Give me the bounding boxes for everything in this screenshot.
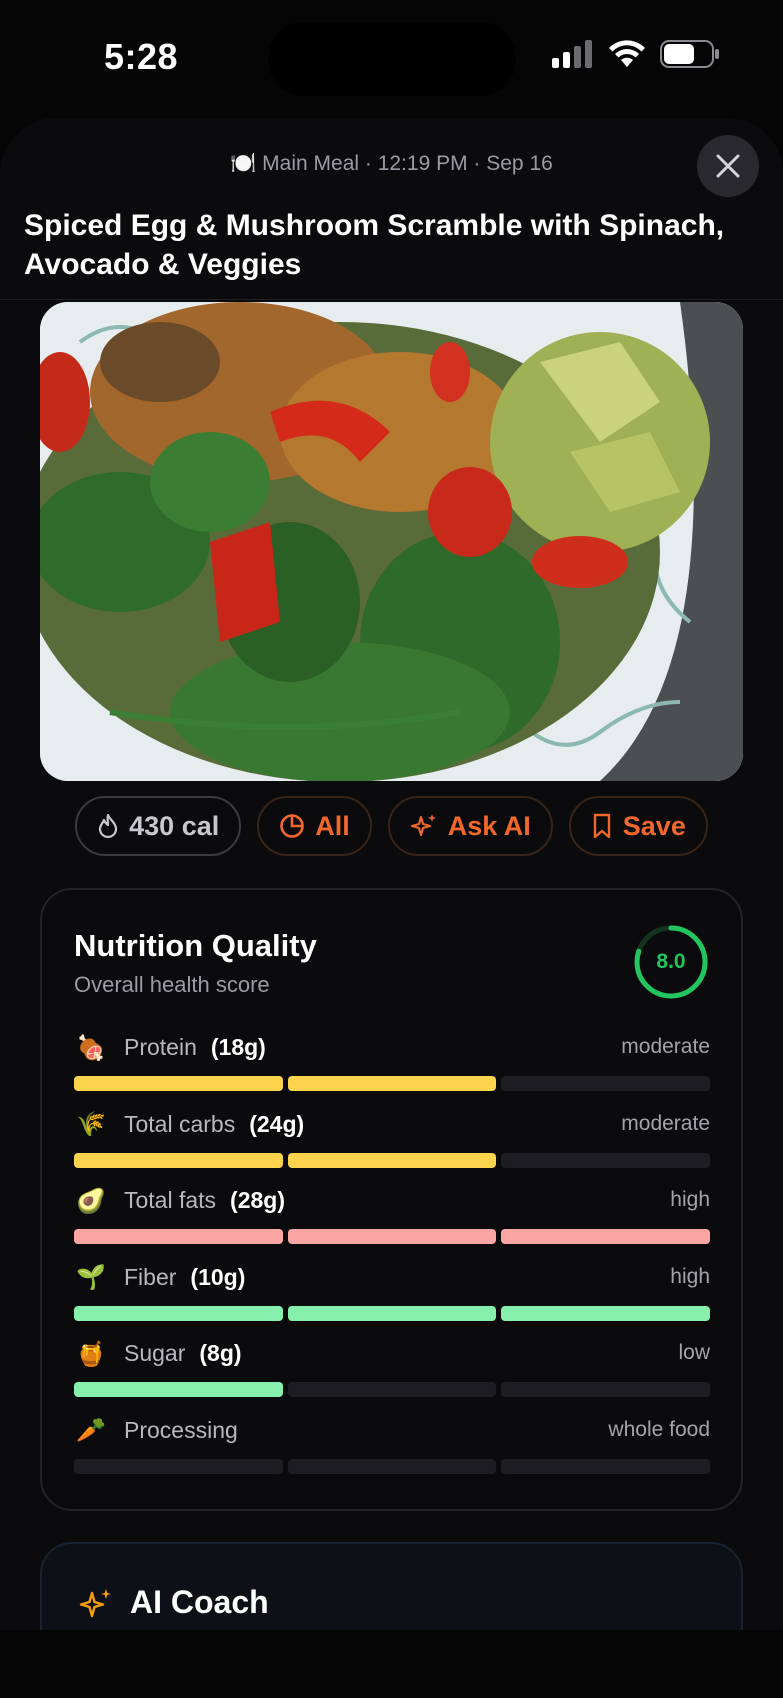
level-segment [287, 1076, 497, 1091]
meal-title: Spiced Egg & Mushroom Scramble with Spin… [24, 209, 725, 281]
signal-icon [552, 40, 592, 68]
nutrient-level: high [670, 1188, 710, 1211]
level-segment [74, 1076, 283, 1091]
pie-chart-icon [280, 814, 305, 838]
calories-chip[interactable]: 430 cal [75, 796, 242, 856]
nutrient-row: 🍖 Protein (18g) moderate [74, 1032, 711, 1109]
level-segment [501, 1382, 711, 1397]
nutrient-level: moderate [621, 1111, 710, 1135]
all-button[interactable]: All [257, 796, 372, 856]
nutrient-name: Total carbs [124, 1110, 236, 1137]
level-segment [501, 1152, 711, 1168]
close-icon [716, 154, 740, 178]
nutrition-subtitle: Overall health score [74, 972, 270, 997]
level-segment [287, 1305, 497, 1321]
level-segment [74, 1229, 283, 1244]
nutrient-level: moderate [621, 1035, 710, 1058]
nutrient-label: Sugar (8g) [124, 1340, 242, 1367]
nutrient-level-bar [74, 1229, 711, 1244]
wifi-icon [609, 40, 645, 67]
nutrient-list: 🍖 Protein (18g) moderate 🌾 Total carbs (24g) mo… [74, 1032, 711, 1492]
nutrient-label: Protein (18g) [124, 1034, 266, 1061]
all-label: All [315, 810, 350, 841]
nutrient-level: high [670, 1264, 710, 1288]
status-bar: 5:28 [0, 0, 783, 112]
nutrient-name: Processing [124, 1416, 238, 1443]
health-score-value: 8.0 [656, 950, 686, 973]
nutrient-level-bar [74, 1152, 711, 1168]
dynamic-island [268, 22, 516, 96]
calories-label: 430 cal [129, 810, 220, 841]
nutrient-emoji-icon: 🍯 [76, 1340, 106, 1368]
ask-ai-label: Ask AI [447, 810, 531, 841]
flame-icon [99, 813, 118, 839]
status-time: 5:28 [104, 36, 179, 77]
nutrient-amount: (8g) [199, 1340, 242, 1366]
meal-detail-sheet: 🍽️ Main Meal · 12:19 PM · Sep 16 Spiced … [0, 118, 783, 1698]
level-segment [287, 1152, 497, 1168]
nutrient-emoji-icon: 🌱 [76, 1264, 106, 1291]
nutrient-name: Total fats [124, 1187, 217, 1213]
nutrient-emoji-icon: 🌾 [76, 1111, 106, 1138]
nutrient-level-bar [74, 1076, 711, 1091]
level-segment [501, 1305, 711, 1321]
level-segment [74, 1152, 283, 1168]
nutrient-label: Total fats (28g) [124, 1187, 285, 1214]
nutrient-row: 🥑 Total fats (28g) high [74, 1185, 711, 1262]
status-icons [552, 40, 720, 68]
nutrient-row: 🍯 Sugar (8g) low [74, 1338, 711, 1415]
meal-photo-illustration [40, 302, 743, 781]
nutrient-label: Total carbs (24g) [124, 1111, 304, 1138]
nutrient-amount: (18g) [210, 1034, 266, 1060]
nutrient-level-bar [74, 1305, 711, 1321]
nutrient-emoji-icon: 🍖 [76, 1034, 106, 1062]
nutrition-quality-card: Nutrition Quality Overall health score 8… [40, 888, 743, 1511]
nutrition-title: Nutrition Quality [74, 928, 317, 963]
nutrient-amount: (10g) [190, 1263, 246, 1290]
health-score-ring: 8.0 [633, 924, 709, 1000]
nutrient-level-bar [74, 1382, 711, 1397]
home-indicator-area [0, 1630, 783, 1698]
level-segment [501, 1229, 711, 1244]
nutrient-label: Processing [124, 1417, 252, 1444]
level-segment [74, 1382, 283, 1397]
level-segment [501, 1458, 711, 1474]
nutrient-row: 🌾 Total carbs (24g) moderate [74, 1109, 711, 1186]
nutrient-level-bar [74, 1458, 711, 1474]
level-segment [287, 1382, 497, 1397]
nutrient-row: 🥕 Processing whole food [74, 1415, 711, 1492]
sheet-header: 🍽️ Main Meal · 12:19 PM · Sep 16 Spiced … [0, 118, 783, 300]
save-button[interactable]: Save [568, 796, 708, 856]
sparkles-icon [79, 1589, 111, 1618]
battery-icon [660, 40, 719, 68]
sparkles-icon [410, 814, 436, 837]
nutrient-label: Fiber (10g) [124, 1264, 245, 1291]
nutrient-name: Protein [124, 1034, 197, 1060]
level-segment [74, 1458, 283, 1474]
level-segment [74, 1305, 283, 1321]
save-label: Save [622, 810, 686, 841]
nutrient-name: Fiber [124, 1263, 177, 1290]
ask-ai-button[interactable]: Ask AI [387, 796, 553, 856]
nutrient-level: whole food [608, 1417, 710, 1441]
nutrient-amount: (24g) [249, 1110, 305, 1137]
bookmark-icon [593, 813, 610, 839]
level-segment [287, 1458, 497, 1474]
nutrient-emoji-icon: 🥕 [76, 1417, 106, 1444]
level-segment [501, 1076, 711, 1091]
level-segment [287, 1229, 497, 1244]
ai-coach-title: AI Coach [130, 1584, 269, 1620]
close-button[interactable] [697, 135, 759, 197]
nutrient-name: Sugar [124, 1340, 186, 1366]
nutrient-level: low [678, 1341, 710, 1364]
nutrient-amount: (28g) [230, 1187, 285, 1213]
nutrient-row: 🌱 Fiber (10g) high [74, 1262, 711, 1339]
action-chips: 430 cal All Ask AI Save [0, 796, 783, 856]
meal-meta: 🍽️ Main Meal · 12:19 PM · Sep 16 [230, 152, 553, 175]
meal-photo[interactable] [40, 302, 743, 781]
nutrient-emoji-icon: 🥑 [76, 1187, 106, 1215]
